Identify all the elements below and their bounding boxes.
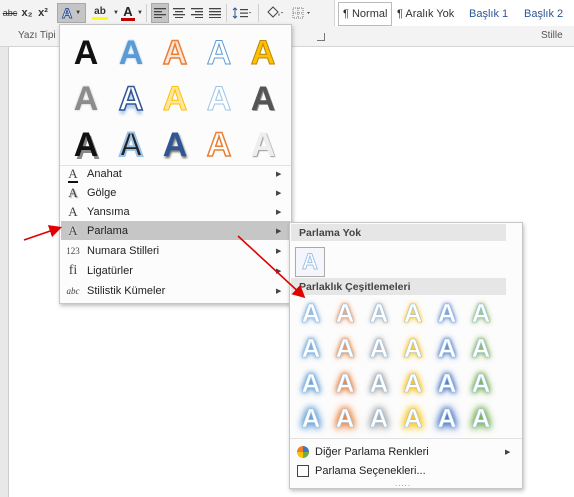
annotation-arrow-1 xyxy=(23,225,63,241)
annotation-arrows xyxy=(23,225,306,299)
annotation-arrow-2 xyxy=(237,235,306,299)
